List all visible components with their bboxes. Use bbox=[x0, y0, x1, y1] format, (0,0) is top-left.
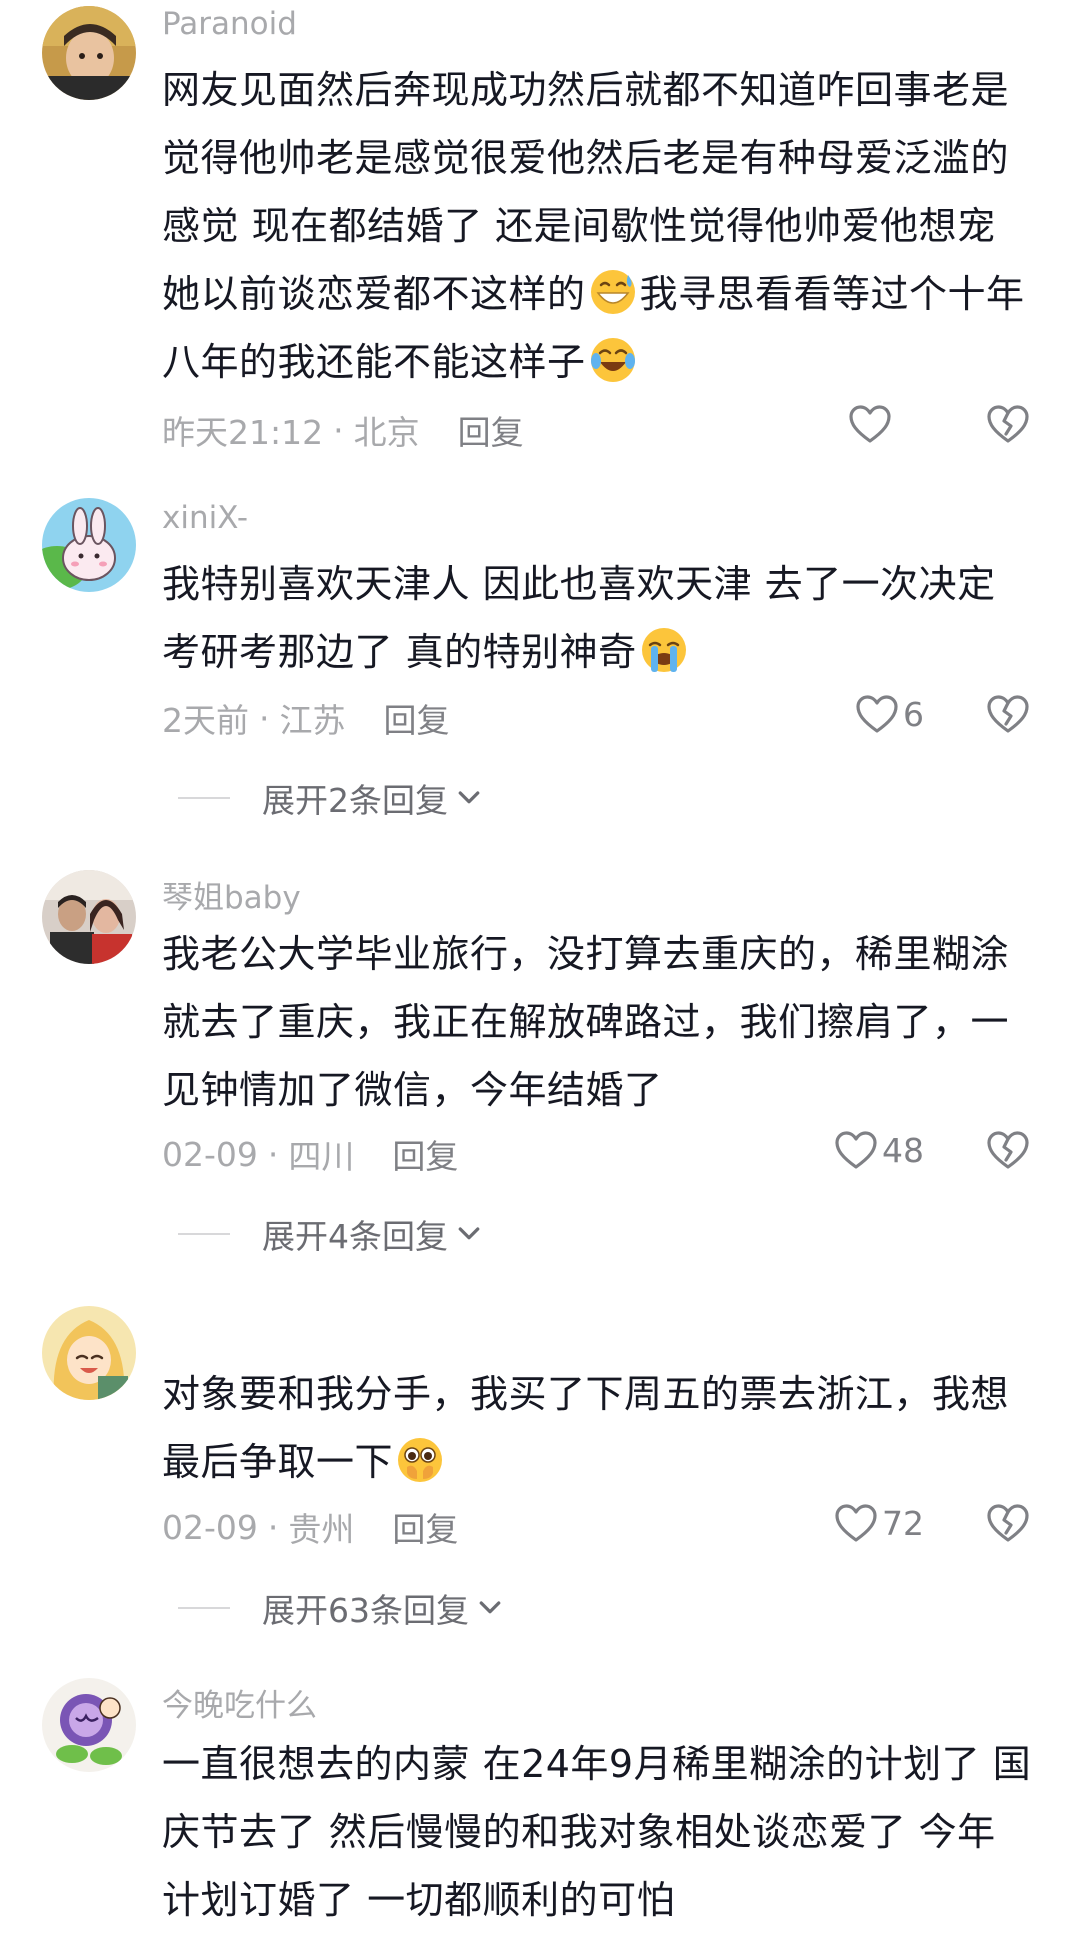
comment-time: 昨天21:12 bbox=[162, 413, 324, 452]
like-count: 72 bbox=[882, 1503, 924, 1543]
comment-line: 她以前谈恋爱都不这样的 我寻思看看等过个十年 bbox=[162, 260, 1042, 328]
expand-replies-button[interactable]: 展开63条回复 bbox=[178, 1584, 505, 1632]
comment-time: 02-09 bbox=[162, 1134, 258, 1174]
avatar[interactable] bbox=[42, 1306, 136, 1400]
comment-line-segment: 八年的我还能不能这样子 bbox=[162, 340, 586, 384]
reply-button[interactable]: 回复 bbox=[384, 694, 450, 742]
dislike-button[interactable] bbox=[986, 1503, 1030, 1547]
comment-line: 庆节去了 然后慢慢的和我对象相处谈恋爱了 今年 bbox=[162, 1810, 996, 1854]
like-count: 6 bbox=[903, 694, 924, 734]
comment-meta: 2天前 · 江苏 回复 bbox=[162, 694, 450, 742]
avatar[interactable] bbox=[42, 870, 136, 964]
comment-line-segment: 考研考那边了 真的特别神奇 bbox=[162, 630, 637, 674]
broken-heart-icon bbox=[986, 404, 1030, 444]
comment-text: 我特别喜欢天津人 因此也喜欢天津 去了一次决定 考研考那边了 真的特别神奇 bbox=[162, 550, 1042, 686]
comment-time: 02-09 bbox=[162, 1507, 258, 1547]
expand-replies-label: 展开2条回复 bbox=[262, 781, 448, 820]
comment-line: 对象要和我分手，我买了下周五的票去浙江，我想 bbox=[162, 1372, 1010, 1416]
comment-line: 一直很想去的内蒙 在24年9月稀里糊涂的计划了 国 bbox=[162, 1742, 1032, 1786]
like-button[interactable]: 48 bbox=[834, 1130, 924, 1170]
like-count: 48 bbox=[882, 1130, 924, 1170]
loudly-crying-emoji bbox=[639, 625, 689, 675]
comment-line: 网友见面然后奔现成功然后就都不知道咋回事老是 bbox=[162, 68, 1010, 112]
heart-outline-icon bbox=[834, 1503, 878, 1543]
comment-line-segment: 最后争取一下 bbox=[162, 1440, 394, 1484]
expand-divider bbox=[178, 1607, 230, 1609]
avatar[interactable] bbox=[42, 498, 136, 592]
expand-replies-button[interactable]: 展开2条回复 bbox=[178, 774, 484, 822]
heart-outline-icon bbox=[855, 694, 899, 734]
username[interactable]: xiniX- bbox=[162, 500, 248, 536]
comment-line: 八年的我还能不能这样子 bbox=[162, 328, 1042, 396]
expand-divider bbox=[178, 1233, 230, 1235]
comment-line: 见钟情加了微信，今年结婚了 bbox=[162, 1068, 663, 1112]
comment-line: 就去了重庆，我正在解放碑路过，我们擦肩了，一 bbox=[162, 1000, 1010, 1044]
comment-line: 我老公大学毕业旅行，没打算去重庆的，稀里糊涂 bbox=[162, 932, 1010, 976]
comment-line: 计划订婚了 一切都顺利的可怕 bbox=[162, 1878, 676, 1922]
broken-heart-icon bbox=[986, 1130, 1030, 1170]
grinning-sweat-emoji bbox=[588, 267, 638, 317]
comment-location: 北京 bbox=[353, 413, 420, 452]
comment-line: 考研考那边了 真的特别神奇 bbox=[162, 618, 1042, 686]
comment-meta: 昨天21:12 · 北京 回复 bbox=[162, 406, 524, 454]
reply-button[interactable]: 回复 bbox=[392, 1503, 458, 1551]
reply-button[interactable]: 回复 bbox=[458, 406, 524, 454]
heart-outline-icon bbox=[848, 404, 892, 444]
comment-line: 感觉 现在都结婚了 还是间歇性觉得他帅爱他想宠 bbox=[162, 204, 996, 248]
comment-location: 贵州 bbox=[288, 1510, 355, 1549]
comment-line: 觉得他帅老是感觉很爱他然后老是有种母爱泛滥的 bbox=[162, 136, 1010, 180]
expand-replies-button[interactable]: 展开4条回复 bbox=[178, 1210, 484, 1258]
comment-text: 一直很想去的内蒙 在24年9月稀里糊涂的计划了 国 庆节去了 然后慢慢的和我对象… bbox=[162, 1730, 1042, 1934]
expand-divider bbox=[178, 797, 230, 799]
chevron-down-icon bbox=[475, 1593, 505, 1623]
comment-line: 最后争取一下 bbox=[162, 1428, 1042, 1496]
username[interactable]: Paranoid bbox=[162, 6, 297, 42]
like-button[interactable]: 6 bbox=[855, 694, 924, 734]
comment-meta: 02-09 · 四川 回复 bbox=[162, 1130, 458, 1178]
comment-text: 对象要和我分手，我买了下周五的票去浙江，我想 最后争取一下 bbox=[162, 1360, 1042, 1496]
dislike-button[interactable] bbox=[986, 404, 1030, 448]
expand-replies-label: 展开63条回复 bbox=[262, 1591, 469, 1630]
comment-time: 2天前 bbox=[162, 701, 249, 740]
username[interactable]: 琴姐baby bbox=[162, 872, 301, 917]
meta-separator: · bbox=[267, 1134, 279, 1174]
pleading-hands-emoji bbox=[395, 1435, 445, 1485]
dislike-button[interactable] bbox=[986, 1130, 1030, 1174]
meta-separator: · bbox=[267, 1507, 279, 1547]
comment-meta: 02-09 · 贵州 回复 bbox=[162, 1503, 458, 1551]
username[interactable]: 今晚吃什么 bbox=[162, 1680, 317, 1725]
avatar[interactable] bbox=[42, 1678, 136, 1772]
tears-of-joy-emoji bbox=[588, 335, 638, 385]
meta-separator: · bbox=[259, 698, 270, 738]
dislike-button[interactable] bbox=[986, 694, 1030, 738]
comment-text: 网友见面然后奔现成功然后就都不知道咋回事老是 觉得他帅老是感觉很爱他然后老是有种… bbox=[162, 56, 1042, 396]
chevron-down-icon bbox=[454, 1219, 484, 1249]
broken-heart-icon bbox=[986, 694, 1030, 734]
heart-outline-icon bbox=[834, 1130, 878, 1170]
comment-line-segment: 我寻思看看等过个十年 bbox=[639, 272, 1025, 316]
expand-replies-label: 展开4条回复 bbox=[262, 1217, 448, 1256]
comment-text: 我老公大学毕业旅行，没打算去重庆的，稀里糊涂 就去了重庆，我正在解放碑路过，我们… bbox=[162, 920, 1042, 1124]
comment-location: 江苏 bbox=[279, 701, 346, 740]
comment-line-segment: 她以前谈恋爱都不这样的 bbox=[162, 272, 586, 316]
like-button[interactable]: 72 bbox=[834, 1503, 924, 1543]
comment-location: 四川 bbox=[288, 1137, 355, 1176]
meta-separator: · bbox=[333, 410, 344, 450]
broken-heart-icon bbox=[986, 1503, 1030, 1543]
chevron-down-icon bbox=[454, 783, 484, 813]
reply-button[interactable]: 回复 bbox=[392, 1130, 458, 1178]
comment-line: 我特别喜欢天津人 因此也喜欢天津 去了一次决定 bbox=[162, 562, 996, 606]
avatar[interactable] bbox=[42, 6, 136, 100]
like-button[interactable] bbox=[848, 404, 892, 444]
